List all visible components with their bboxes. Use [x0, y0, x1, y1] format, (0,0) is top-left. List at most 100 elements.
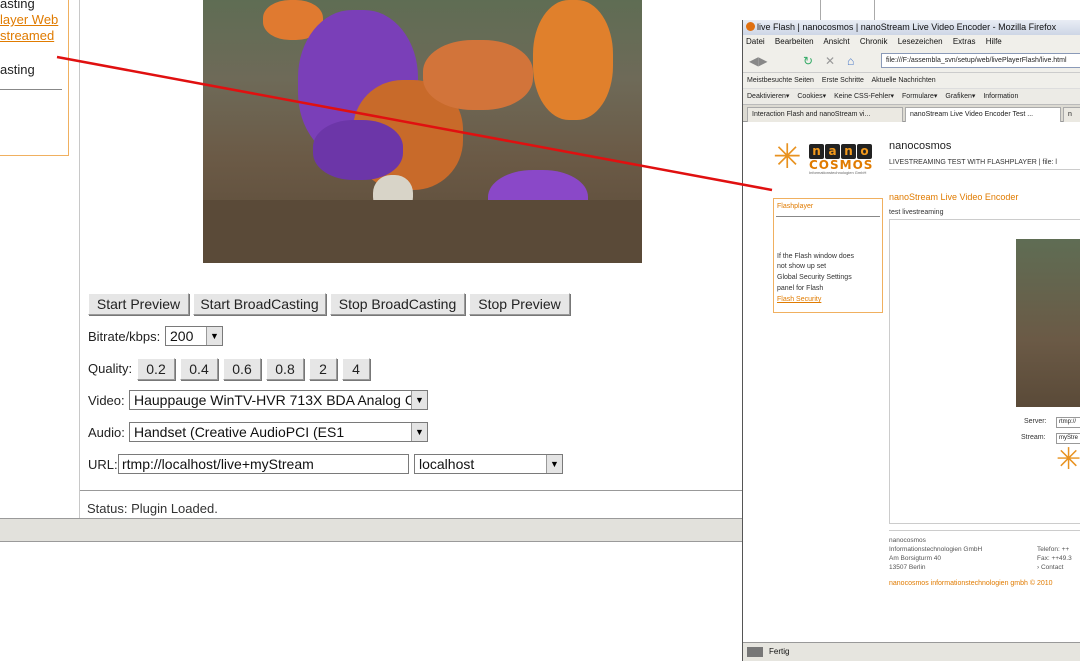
menu-datei[interactable]: Datei — [746, 37, 765, 46]
video-preview — [203, 0, 642, 263]
back-icon[interactable]: ◀▶ — [749, 54, 767, 68]
contact-link[interactable]: › Contact — [1037, 563, 1063, 572]
box-text: panel for Flash — [777, 285, 824, 292]
box-text: If the Flash window does — [777, 253, 855, 260]
video-device-select[interactable]: Hauppauge WinTV-HVR 713X BDA Analog Ca ▼ — [129, 390, 428, 410]
quality-button[interactable]: 0.2 — [137, 358, 175, 380]
mini-video-preview — [1016, 239, 1080, 407]
stop-icon[interactable]: ✕ — [825, 54, 835, 68]
footer-line: Telefon: ++ — [1037, 546, 1070, 553]
chevron-down-icon: ▼ — [206, 327, 222, 345]
brand-name: nanocosmos — [889, 140, 952, 152]
chevron-down-icon: ▼ — [411, 423, 427, 441]
quality-button[interactable]: 0.6 — [223, 358, 261, 380]
menu-chronik[interactable]: Chronik — [860, 37, 888, 46]
tab-other[interactable]: n — [1063, 107, 1080, 122]
nanocosmos-logo: ✳ nano COSMOS Informationstechnologien G… — [773, 140, 885, 176]
footer-line: Am Borsigturm 40 — [889, 555, 942, 562]
logo-letter: n — [809, 144, 824, 159]
logo-letter: o — [857, 144, 872, 159]
footer-line: Informationstechnologien GmbH — [889, 546, 983, 553]
server-value: localhost — [419, 456, 475, 472]
quality-label: Quality: — [88, 361, 133, 376]
tab-nanostream-test[interactable]: nanoStream Live Video Encoder Test ... — [905, 107, 1061, 122]
divider — [0, 89, 62, 90]
sun-icon: ✳ — [1056, 443, 1080, 476]
quality-button[interactable]: 2 — [309, 358, 337, 380]
toolbar-item[interactable]: Information — [983, 93, 1018, 100]
flash-security-link[interactable]: Flash Security — [777, 296, 821, 303]
menu-extras[interactable]: Extras — [953, 37, 976, 46]
stream-label: Stream: — [1021, 434, 1046, 441]
left-sidebar: asting layer Web streamed asting — [0, 0, 69, 156]
column-divider — [79, 0, 80, 518]
start-preview-button[interactable]: Start Preview — [88, 293, 189, 315]
reload-icon[interactable]: ↻ — [803, 54, 813, 68]
window-title: live Flash | nanocosmos | nanoStream Liv… — [757, 22, 1057, 32]
chevron-down-icon: ▼ — [411, 391, 427, 409]
sidebar-link[interactable]: streamed — [0, 28, 54, 43]
menu-ansicht[interactable]: Ansicht — [823, 37, 849, 46]
menu-lesezeichen[interactable]: Lesezeichen — [898, 37, 943, 46]
window-titlebar: live Flash | nanocosmos | nanoStream Liv… — [743, 20, 1080, 35]
tab-interaction-flash[interactable]: Interaction Flash and nanoStream vi... — [747, 107, 903, 122]
footer-line: 13507 Berlin — [889, 564, 926, 571]
firefox-window: live Flash | nanocosmos | nanoStream Liv… — [742, 20, 1080, 661]
status-text: Status: Plugin Loaded. — [87, 501, 218, 516]
player-frame: Server: rtmp:// Stream: myStre ✳ — [889, 219, 1080, 524]
bookmark-item[interactable]: Erste Schritte — [822, 77, 864, 84]
tab-bar: Interaction Flash and nanoStream vi... n… — [743, 105, 1080, 122]
footer-line: nanocosmos — [889, 537, 926, 544]
box-text: Global Security Settings — [777, 274, 852, 281]
test-text: test livestreaming — [889, 209, 944, 216]
url-label: URL: — [88, 457, 118, 472]
toolbar-item[interactable]: Cookies▾ — [797, 93, 826, 100]
address-bar[interactable]: file:///F:/assembla_svn/setup/web/livePl… — [881, 53, 1080, 68]
audio-label: Audio: — [88, 425, 125, 440]
start-broadcasting-button[interactable]: Start BroadCasting — [193, 293, 326, 315]
menubar: Datei Bearbeiten Ansicht Chronik Lesezei… — [743, 35, 1080, 49]
divider — [776, 216, 880, 217]
home-icon[interactable]: ⌂ — [847, 54, 854, 68]
webdev-toolbar: Deaktivieren▾ Cookies▾ Keine CSS-Fehler▾… — [743, 89, 1080, 105]
logo-letter: a — [825, 144, 840, 159]
sidebar-text: asting — [0, 0, 35, 11]
page-content: ✳ nano COSMOS Informationstechnologien G… — [743, 122, 1080, 643]
bitrate-label: Bitrate/kbps: — [88, 329, 161, 344]
bookmark-item[interactable]: Aktuelle Nachrichten — [871, 77, 935, 84]
sun-icon: ✳ — [773, 138, 802, 176]
copyright: nanocosmos informationstechnologien gmbh… — [889, 580, 1053, 587]
browser-status-text: Fertig — [769, 647, 790, 656]
video-device-value: Hauppauge WinTV-HVR 713X BDA Analog Ca — [134, 392, 423, 408]
toolbar-item[interactable]: Keine CSS-Fehler▾ — [834, 93, 894, 100]
chevron-down-icon: ▼ — [546, 455, 562, 473]
quality-button[interactable]: 0.4 — [180, 358, 218, 380]
audio-device-select[interactable]: Handset (Creative AudioPCI (ES1 ▼ — [129, 422, 428, 442]
divider — [889, 530, 1080, 531]
stop-broadcasting-button[interactable]: Stop BroadCasting — [330, 293, 465, 315]
quality-button[interactable]: 0.8 — [266, 358, 304, 380]
logo-letter: n — [841, 144, 856, 159]
toolbar-item[interactable]: Grafiken▾ — [945, 93, 975, 100]
menu-hilfe[interactable]: Hilfe — [986, 37, 1002, 46]
bookmarks-toolbar: Meistbesuchte Seiten Erste Schritte Aktu… — [743, 73, 1080, 89]
bitrate-value: 200 — [170, 328, 194, 344]
flashplayer-box: Flashplayer If the Flash window does not… — [773, 198, 883, 313]
divider — [889, 169, 1080, 170]
logo-gmbh: Informationstechnologien GmbH — [809, 170, 867, 175]
server-label: Server: — [1024, 418, 1047, 425]
page-title: nanoStream Live Video Encoder — [889, 192, 1019, 202]
bitrate-select[interactable]: 200 ▼ — [165, 326, 223, 346]
box-text: not show up set — [777, 263, 827, 270]
bookmark-item[interactable]: Meistbesuchte Seiten — [747, 77, 814, 84]
sidebar-link[interactable]: layer Web — [0, 12, 58, 27]
status-icon — [747, 647, 763, 657]
quality-button[interactable]: 4 — [342, 358, 370, 380]
toolbar-item[interactable]: Deaktivieren▾ — [747, 93, 789, 100]
url-input[interactable]: rtmp://localhost/live+myStream — [118, 454, 409, 474]
menu-bearbeiten[interactable]: Bearbeiten — [775, 37, 814, 46]
server-input[interactable]: rtmp:// — [1056, 417, 1080, 428]
stop-preview-button[interactable]: Stop Preview — [469, 293, 570, 315]
toolbar-item[interactable]: Formulare▾ — [902, 93, 937, 100]
server-select[interactable]: localhost ▼ — [414, 454, 563, 474]
